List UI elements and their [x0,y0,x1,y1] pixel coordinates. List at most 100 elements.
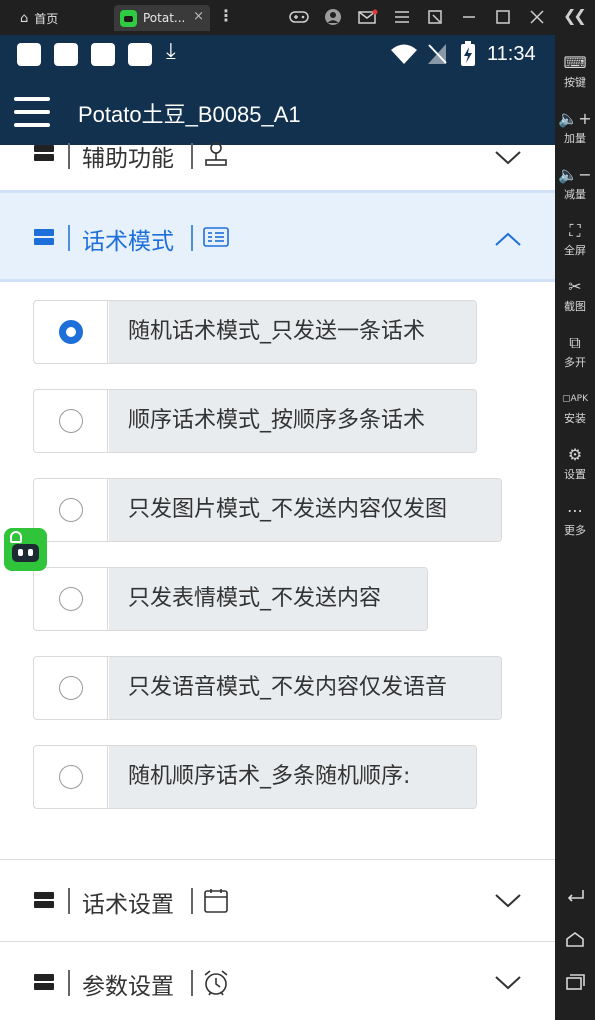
radio-button[interactable] [58,676,83,700]
status-time: 11:34 [487,43,536,65]
hamburger-menu-icon[interactable] [14,97,50,127]
tab-home-label: 首页 [34,11,59,26]
radio-button[interactable] [58,498,83,522]
option-item[interactable]: 随机话术模式_只发送一条话术 [33,300,477,364]
download-icon: ⤓ [166,39,176,64]
option-item[interactable]: 只发图片模式_不发送内容仅发图 [33,478,502,542]
section-label: 话术模式 [82,229,174,255]
scissors-icon: ✂ [568,277,582,296]
option-label: 只发语音模式_不发内容仅发语音 [109,657,501,719]
sidebar-item-keys[interactable]: ⌨ 按键 [555,52,595,90]
volume-down-icon: 🔈− [558,165,592,184]
apk-install-icon: ▢APK [562,394,588,404]
home-icon: ⌂ [20,10,29,26]
radio-button-selected[interactable] [58,320,83,344]
section-handle-icon [34,892,54,910]
sidebar-item-screenshot[interactable]: ✂ 截图 [555,276,595,314]
wifi-icon [391,44,417,64]
section-label: 参数设置 [82,974,174,1000]
close-icon[interactable] [525,6,549,28]
tab-app-label: Potat... [143,11,186,25]
more-icon: ⋯ [567,501,583,520]
section-assist[interactable]: 辅助功能 [0,142,555,191]
emulator-title-bar: ⌂ 首页 Potat... × ⋮ [0,0,595,35]
section-handle-icon [34,974,54,992]
sidebar-item-volume-up[interactable]: 🔈+ 加量 [555,108,595,146]
maximize-icon[interactable] [491,6,515,28]
app-bar: Potato土豆_B0085_A1 [0,73,555,145]
divider [191,888,193,914]
account-icon[interactable] [321,6,345,28]
sidebar-item-multi-open[interactable]: ⧉ 多开 [555,332,595,370]
tab-close-button[interactable]: × [193,9,204,24]
divider [68,888,70,914]
volume-up-icon: 🔈+ [558,109,592,128]
tab-app[interactable]: Potat... × [114,5,210,31]
section-handle-icon [34,229,54,247]
option-label: 随机顺序话术_多条随机顺序: [109,746,476,808]
multi-open-icon: ⧉ [569,333,581,352]
calendar-icon [204,889,228,913]
divider [68,970,70,996]
section-label: 话术设置 [82,892,174,918]
notification-icon [91,43,115,66]
section-script-settings[interactable]: 话术设置 [0,860,555,941]
option-item[interactable]: 随机顺序话术_多条随机顺序: [33,745,477,809]
person-icon [205,142,227,166]
floating-assistant-icon[interactable] [4,528,47,571]
divider [191,225,193,251]
sidebar-item-install[interactable]: ▢APK 安装 [555,388,595,426]
divider [68,143,70,169]
option-item[interactable]: 只发表情模式_不发送内容 [33,567,428,631]
alarm-clock-icon [204,970,228,996]
option-item[interactable]: 只发语音模式_不发内容仅发语音 [33,656,502,720]
status-bar: ⤓ 11:34 [0,35,555,73]
gear-icon: ⚙ [567,445,583,464]
chevron-up-icon[interactable] [494,230,522,248]
section-param-settings[interactable]: 参数设置 [0,942,555,1020]
chevron-down-icon[interactable] [494,149,522,167]
notification-icon [17,43,41,66]
divider [191,143,193,169]
id-card-icon [203,227,229,247]
keyboard-icon: ⌨ [563,53,587,72]
notification-icon [128,43,152,66]
phone-screen: ⤓ 11:34 Potato土豆_B0085_A1 辅助功能 话术模式 随机话术… [0,35,555,1020]
chevron-down-icon[interactable] [494,892,522,910]
notification-icon [54,43,78,66]
tab-more-icon[interactable]: ⋮ [218,7,234,25]
home-nav-icon[interactable] [562,929,588,949]
sidebar-item-fullscreen[interactable]: ⛶ 全屏 [555,220,595,258]
sidebar-item-volume-down[interactable]: 🔈− 减量 [555,164,595,202]
divider [68,225,70,251]
radio-button[interactable] [58,409,83,433]
gamepad-icon[interactable] [287,6,311,28]
option-label: 只发表情模式_不发送内容 [109,568,427,630]
battery-charging-icon [461,41,475,66]
option-label: 顺序话术模式_按顺序多条话术 [109,390,476,452]
recent-apps-icon[interactable] [562,972,588,992]
option-item[interactable]: 顺序话术模式_按顺序多条话术 [33,389,477,453]
option-label: 随机话术模式_只发送一条话术 [109,301,476,363]
app-title: Potato土豆_B0085_A1 [78,102,301,127]
fullscreen-icon: ⛶ [569,221,581,240]
option-label: 只发图片模式_不发送内容仅发图 [109,479,501,541]
divider [191,970,193,996]
back-icon[interactable] [562,884,588,904]
restore-window-icon[interactable] [423,6,447,28]
collapse-sidebar-icon[interactable]: ❮❮ [563,6,587,25]
minimize-icon[interactable] [457,6,481,28]
sidebar-item-more[interactable]: ⋯ 更多 [555,500,595,538]
radio-button[interactable] [58,587,83,611]
radio-button[interactable] [58,765,83,789]
mail-icon[interactable] [356,6,380,28]
section-script-mode[interactable]: 话术模式 [0,190,555,282]
app-icon [120,9,137,27]
menu-icon[interactable] [390,6,414,28]
tab-home[interactable]: ⌂ 首页 [14,5,112,31]
section-handle-icon [34,145,54,163]
no-signal-icon [428,44,447,64]
sidebar-item-settings[interactable]: ⚙ 设置 [555,444,595,482]
section-label: 辅助功能 [82,146,174,172]
chevron-down-icon[interactable] [494,974,522,992]
